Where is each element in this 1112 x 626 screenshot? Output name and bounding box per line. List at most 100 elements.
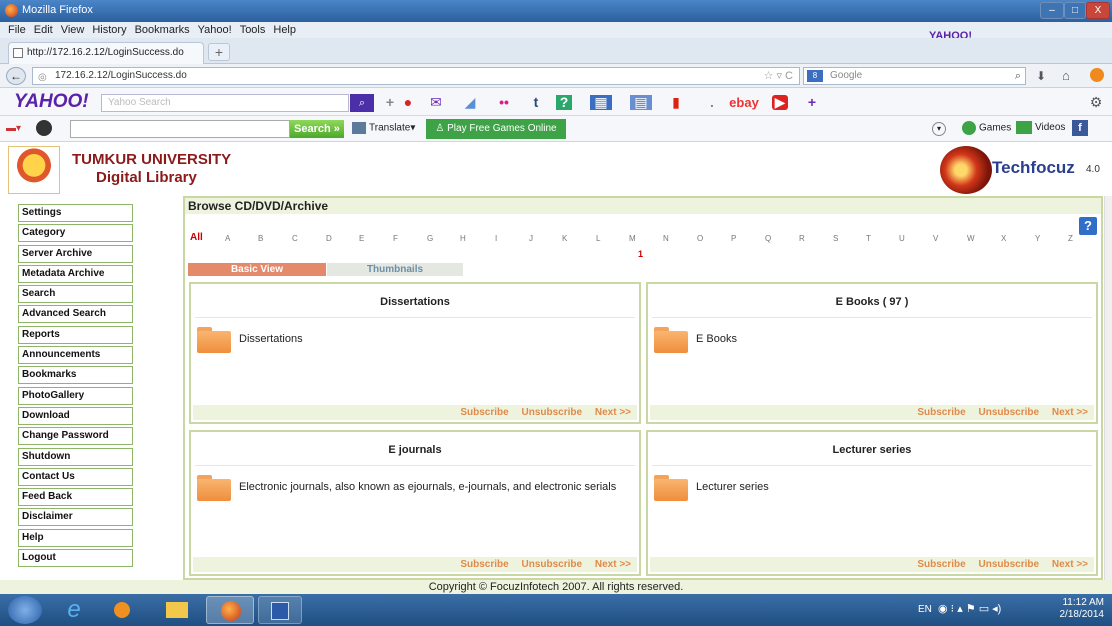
videos-link[interactable]: Videos bbox=[1016, 121, 1065, 134]
minimize-button[interactable]: – bbox=[1040, 2, 1064, 19]
sidebar-item-settings[interactable]: Settings bbox=[18, 204, 133, 222]
dropdown-circle-icon[interactable]: ▾ bbox=[932, 122, 946, 136]
language-indicator[interactable]: EN bbox=[918, 604, 932, 615]
firefox-taskbar-icon[interactable] bbox=[206, 596, 254, 624]
sidebar-item-category[interactable]: Category bbox=[18, 224, 133, 243]
alpha-n[interactable]: N bbox=[663, 234, 669, 243]
new-tab-button[interactable]: + bbox=[208, 43, 230, 61]
alpha-g[interactable]: G bbox=[427, 234, 433, 243]
alpha-y[interactable]: Y bbox=[1035, 234, 1040, 243]
alpha-u[interactable]: U bbox=[899, 234, 905, 243]
subscribe-link[interactable]: Subscribe bbox=[460, 407, 508, 418]
sidebar-item-help[interactable]: Help bbox=[18, 528, 133, 547]
youtube-icon[interactable]: ▶ bbox=[772, 95, 788, 110]
alpha-x[interactable]: X bbox=[1001, 234, 1006, 243]
subscribe-link[interactable]: Subscribe bbox=[460, 559, 508, 570]
panel-description[interactable]: Dissertations bbox=[239, 334, 619, 345]
unsubscribe-link[interactable]: Unsubscribe bbox=[522, 407, 583, 418]
star-icon[interactable]: ☆ ▿ C bbox=[764, 68, 793, 84]
menu-tools[interactable]: Tools bbox=[240, 22, 266, 38]
sidebar-item-advanced-search[interactable]: Advanced Search bbox=[18, 305, 133, 324]
folder-icon[interactable] bbox=[654, 475, 688, 501]
chart-icon[interactable]: ◢ bbox=[462, 95, 478, 110]
alpha-t[interactable]: T bbox=[866, 234, 871, 243]
ebay-icon[interactable]: ebay bbox=[726, 95, 762, 110]
next-link[interactable]: Next >> bbox=[1052, 407, 1088, 418]
sidebar-item-logout[interactable]: Logout bbox=[18, 549, 133, 568]
alpha-s[interactable]: S bbox=[833, 234, 838, 243]
home-icon[interactable]: ⌂ bbox=[1062, 68, 1070, 83]
alpha-h[interactable]: H bbox=[460, 234, 466, 243]
back-arrow-icon[interactable]: ← bbox=[6, 67, 26, 85]
folder-icon[interactable] bbox=[197, 327, 231, 353]
toolbar-search-input[interactable] bbox=[70, 120, 290, 138]
gear-icon[interactable]: ⚙ bbox=[1088, 95, 1104, 110]
facebook-icon[interactable]: f bbox=[1072, 120, 1088, 136]
unsubscribe-link[interactable]: Unsubscribe bbox=[979, 559, 1040, 570]
sidebar-item-search[interactable]: Search bbox=[18, 285, 133, 304]
alpha-c[interactable]: C bbox=[292, 234, 298, 243]
panel-title[interactable]: Lecturer series bbox=[648, 444, 1096, 456]
alpha-b[interactable]: B bbox=[258, 234, 263, 243]
alpha-j[interactable]: J bbox=[529, 234, 533, 243]
answers-icon[interactable]: ? bbox=[556, 95, 572, 110]
subscribe-link[interactable]: Subscribe bbox=[917, 407, 965, 418]
flickr-icon[interactable]: •• bbox=[496, 95, 512, 110]
close-button[interactable]: X bbox=[1086, 2, 1110, 19]
alpha-w[interactable]: W bbox=[967, 234, 975, 243]
alpha-o[interactable]: O bbox=[697, 234, 703, 243]
flag-icon[interactable]: ▬▾ bbox=[6, 123, 21, 134]
tab-login-success[interactable]: http://172.16.2.12/LoginSuccess.do bbox=[8, 42, 204, 64]
panel-description[interactable]: E Books bbox=[696, 334, 1076, 345]
sidebar-item-photogallery[interactable]: PhotoGallery bbox=[18, 386, 133, 405]
panel-description[interactable]: Electronic journals, also known as ejour… bbox=[239, 482, 619, 493]
sidebar-item-shutdown[interactable]: Shutdown bbox=[18, 447, 133, 466]
news-icon[interactable]: ▤ bbox=[630, 95, 652, 110]
panel-title[interactable]: E journals bbox=[191, 444, 639, 456]
translate-button[interactable]: Translate▾ bbox=[352, 122, 415, 134]
panel-description[interactable]: Lecturer series bbox=[696, 482, 1076, 493]
menu-history[interactable]: History bbox=[92, 22, 126, 38]
explorer-folder-icon[interactable] bbox=[156, 596, 196, 624]
toolbar-search-button[interactable]: Search » bbox=[290, 120, 344, 138]
tray-icons[interactable]: ◉ ⁝ ▴ ⚑ ▭ ◂) bbox=[938, 602, 1001, 615]
tab-thumbnails[interactable]: Thumbnails bbox=[327, 263, 463, 276]
alpha-m[interactable]: M bbox=[629, 234, 636, 243]
red-ball-icon[interactable]: ● bbox=[400, 95, 416, 110]
unsubscribe-link[interactable]: Unsubscribe bbox=[979, 407, 1040, 418]
menu-edit[interactable]: Edit bbox=[34, 22, 53, 38]
yahoo-search-button[interactable]: ⌕ bbox=[350, 94, 374, 112]
start-button[interactable] bbox=[8, 596, 42, 624]
subscribe-link[interactable]: Subscribe bbox=[917, 559, 965, 570]
alpha-v[interactable]: V bbox=[933, 234, 938, 243]
menu-bookmarks[interactable]: Bookmarks bbox=[135, 22, 190, 38]
toolbar-logo-icon[interactable] bbox=[36, 120, 52, 136]
alpha-e[interactable]: E bbox=[359, 234, 364, 243]
sidebar-item-download[interactable]: Download bbox=[18, 406, 133, 425]
menu-file[interactable]: File bbox=[8, 22, 26, 38]
play-games-button[interactable]: ♙ Play Free Games Online bbox=[426, 119, 566, 139]
maximize-button[interactable]: □ bbox=[1064, 2, 1086, 19]
sidebar-item-server-archive[interactable]: Server Archive bbox=[18, 244, 133, 263]
url-bar[interactable]: ◎ 172.16.2.12/LoginSuccess.do ☆ ▿ C bbox=[32, 67, 800, 85]
alpha-i[interactable]: I bbox=[495, 234, 497, 243]
alpha-p[interactable]: P bbox=[731, 234, 736, 243]
alpha-z[interactable]: Z bbox=[1068, 234, 1073, 243]
google-search-box[interactable]: 8 Google ⌕ bbox=[803, 67, 1026, 85]
alpha-l[interactable]: L bbox=[596, 234, 600, 243]
panel-title[interactable]: Dissertations bbox=[191, 296, 639, 308]
tab-basic-view[interactable]: Basic View bbox=[188, 263, 326, 276]
panel-title[interactable]: E Books ( 97 ) bbox=[648, 296, 1096, 308]
sidebar-item-change-password[interactable]: Change Password bbox=[18, 427, 133, 446]
page-scrollbar[interactable] bbox=[1104, 196, 1112, 580]
next-link[interactable]: Next >> bbox=[1052, 559, 1088, 570]
alpha-a[interactable]: A bbox=[225, 234, 230, 243]
yahoo-logo[interactable]: YAHOO! bbox=[14, 91, 89, 113]
alpha-d[interactable]: D bbox=[326, 234, 332, 243]
yahoo-search-input[interactable]: Yahoo Search bbox=[101, 94, 349, 112]
sidebar-item-reports[interactable]: Reports bbox=[18, 325, 133, 344]
search-icon[interactable]: ⌕ bbox=[1015, 68, 1021, 84]
sidebar-item-metadata-archive[interactable]: Metadata Archive bbox=[18, 264, 133, 283]
games-link[interactable]: Games bbox=[962, 121, 1011, 135]
ie-icon[interactable]: e bbox=[56, 596, 92, 624]
